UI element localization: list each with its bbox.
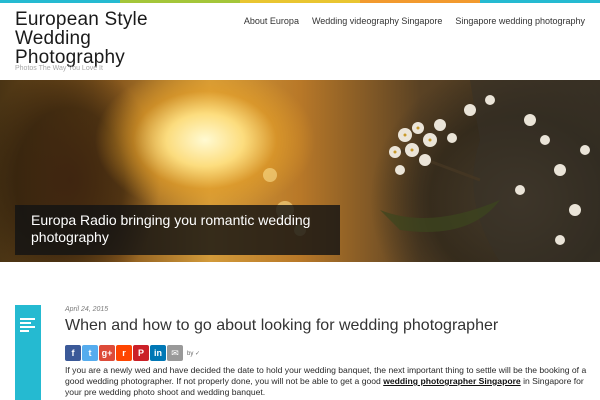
- post-date[interactable]: April 24, 2015: [65, 306, 108, 313]
- linkedin-icon[interactable]: in: [150, 345, 166, 361]
- site-title-line: European Style: [15, 9, 148, 30]
- share-by-label[interactable]: by ✓: [187, 350, 200, 357]
- site-title-line: Wedding: [15, 28, 92, 49]
- reddit-icon[interactable]: r: [116, 345, 132, 361]
- share-buttons: f t g+ r P in ✉ by ✓: [65, 345, 200, 361]
- hero-caption-text: Europa Radio bringing you romantic weddi…: [31, 212, 311, 245]
- post-excerpt: If you are a newly wed and have decided …: [65, 365, 590, 398]
- facebook-icon[interactable]: f: [65, 345, 81, 361]
- hero-caption[interactable]: Europa Radio bringing you romantic weddi…: [15, 205, 340, 255]
- google-plus-icon[interactable]: g+: [99, 345, 115, 361]
- post-title[interactable]: When and how to go about looking for wed…: [65, 317, 498, 335]
- nav-item-wedding-photography[interactable]: Singapore wedding photography: [455, 16, 585, 26]
- site-header: European Style Wedding Photography Photo…: [0, 3, 600, 81]
- site-tagline: Photos The Way You Love It: [15, 65, 103, 72]
- text-lines-icon: [20, 318, 35, 334]
- twitter-icon[interactable]: t: [82, 345, 98, 361]
- hero-banner[interactable]: Europa Radio bringing you romantic weddi…: [0, 80, 600, 262]
- pinterest-icon[interactable]: P: [133, 345, 149, 361]
- site-title[interactable]: European Style Wedding Photography: [15, 10, 205, 67]
- post-body-link[interactable]: wedding photographer Singapore: [383, 376, 521, 386]
- nav-item-wedding-videography[interactable]: Wedding videography Singapore: [312, 16, 442, 26]
- email-icon[interactable]: ✉: [167, 345, 183, 361]
- post-format-badge: [15, 305, 41, 400]
- main-nav: About Europa Wedding videography Singapo…: [244, 16, 585, 26]
- nav-item-about-europa[interactable]: About Europa: [244, 16, 299, 26]
